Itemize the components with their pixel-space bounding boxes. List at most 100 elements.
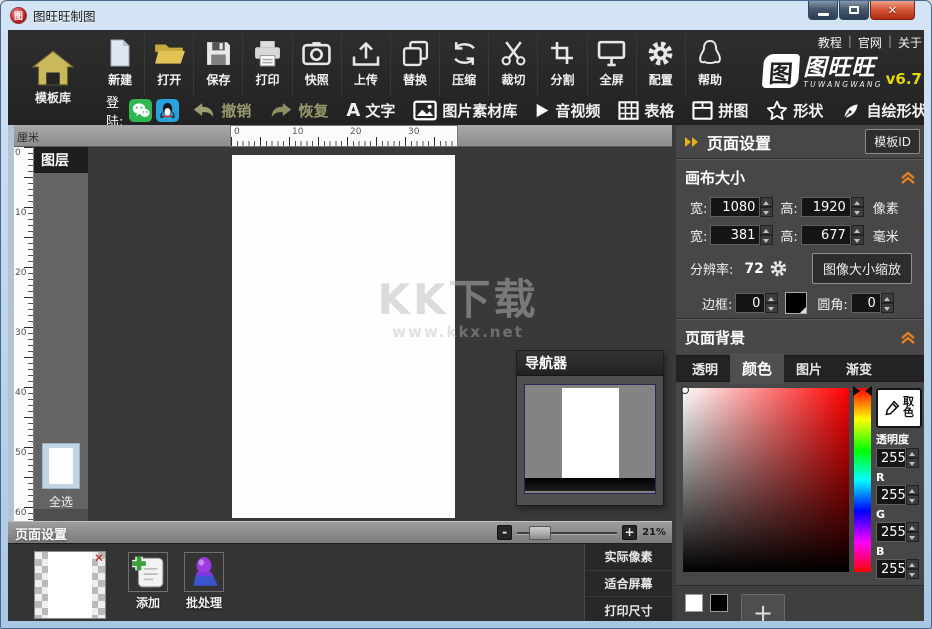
- table-icon: [618, 101, 639, 120]
- maximize-button[interactable]: [839, 1, 869, 20]
- g-control: 255: [876, 522, 919, 542]
- redo-icon: [269, 102, 293, 119]
- r-input[interactable]: 255: [876, 485, 906, 505]
- app-logo-icon: 图: [10, 7, 27, 24]
- layers-panel: 图层 全选: [34, 147, 88, 521]
- background-title: 页面背景: [685, 327, 745, 348]
- delete-page-icon[interactable]: ✕: [94, 551, 104, 565]
- r-stepper[interactable]: [906, 485, 919, 505]
- zoom-out-button[interactable]: -: [497, 525, 512, 540]
- link-about[interactable]: 关于: [898, 34, 922, 51]
- pick-color-button[interactable]: 取色: [876, 388, 922, 428]
- width-mm-stepper[interactable]: [760, 225, 773, 245]
- split-button[interactable]: 分割: [537, 33, 586, 95]
- text-tool-button[interactable]: A 文字: [337, 100, 404, 121]
- image-library-button[interactable]: 图片素材库: [404, 100, 526, 121]
- height-mm-input[interactable]: 677: [801, 225, 851, 245]
- background-section-header: 页面背景: [676, 320, 924, 353]
- minimize-button[interactable]: [808, 1, 838, 20]
- tab-gradient[interactable]: 渐变: [834, 354, 884, 383]
- print-size-button[interactable]: 打印尺寸: [585, 596, 672, 621]
- login-label: 登陆:: [106, 92, 123, 130]
- tab-transparent[interactable]: 透明: [680, 354, 730, 383]
- g-input[interactable]: 255: [876, 522, 906, 542]
- zoom-slider-handle[interactable]: [529, 526, 551, 540]
- compress-button[interactable]: 压缩: [439, 33, 488, 95]
- collapse-background-icon[interactable]: [898, 331, 918, 345]
- qq-login-icon[interactable]: [156, 99, 179, 122]
- add-swatch-button[interactable]: +: [741, 594, 785, 621]
- save-button[interactable]: 保存: [193, 33, 242, 95]
- corner-input[interactable]: 0: [851, 293, 881, 313]
- audio-video-button[interactable]: 音视频: [526, 100, 609, 121]
- b-stepper[interactable]: [906, 559, 919, 579]
- navigator-title: 导航器: [517, 351, 663, 376]
- wechat-login-icon[interactable]: [129, 99, 152, 122]
- redo-button[interactable]: 恢复: [260, 100, 337, 121]
- open-folder-icon: [153, 33, 185, 73]
- canvas-size-title: 画布大小: [685, 167, 745, 188]
- tab-color[interactable]: 颜色: [730, 353, 784, 384]
- opacity-input[interactable]: 255: [876, 448, 906, 468]
- resolution-gear-icon[interactable]: [769, 259, 788, 278]
- add-page-button[interactable]: 添加: [122, 552, 174, 611]
- black-swatch[interactable]: [710, 594, 728, 612]
- link-tutorial[interactable]: 教程: [818, 34, 842, 51]
- corner-stepper[interactable]: [881, 293, 894, 313]
- select-all-button[interactable]: 全选: [34, 493, 88, 510]
- config-button[interactable]: 配置: [636, 33, 685, 95]
- eyedropper-icon: [883, 400, 900, 417]
- tab-image[interactable]: 图片: [784, 354, 834, 383]
- crop-button[interactable]: 裁切: [488, 33, 537, 95]
- canvas[interactable]: [232, 155, 455, 518]
- image-scale-button[interactable]: 图像大小缩放: [812, 253, 912, 284]
- close-button[interactable]: ✕: [870, 1, 915, 20]
- link-website[interactable]: 官网: [858, 34, 882, 51]
- template-id-button[interactable]: 模板ID: [865, 129, 920, 154]
- height-mm-stepper[interactable]: [851, 225, 864, 245]
- height-px-input[interactable]: 1920: [801, 197, 851, 217]
- fullscreen-button[interactable]: 全屏: [587, 33, 636, 95]
- b-input[interactable]: 255: [876, 559, 906, 579]
- layer-thumbnail-preview: [49, 448, 73, 484]
- freeform-shape-button[interactable]: 自绘形状: [832, 100, 924, 121]
- border-color-swatch[interactable]: [785, 292, 807, 314]
- double-arrow-icon[interactable]: [684, 136, 700, 148]
- page-thumbnail[interactable]: ✕: [34, 551, 106, 619]
- layer-thumbnail[interactable]: [42, 443, 80, 489]
- open-button[interactable]: 打开: [144, 33, 193, 95]
- audio-video-label: 音视频: [555, 100, 600, 121]
- collage-button[interactable]: 拼图: [683, 100, 757, 121]
- width-px-input[interactable]: 1080: [710, 197, 760, 217]
- undo-button[interactable]: 撤销: [183, 100, 260, 121]
- replace-button[interactable]: 替换: [390, 33, 439, 95]
- opacity-stepper[interactable]: [906, 448, 919, 468]
- template-library-button[interactable]: 模板库: [10, 34, 96, 120]
- zoom-in-button[interactable]: +: [622, 525, 637, 540]
- batch-process-button[interactable]: 批处理: [178, 552, 230, 611]
- shape-button[interactable]: 形状: [757, 100, 832, 121]
- logo-name: 图旺旺: [803, 57, 882, 80]
- fit-screen-button[interactable]: 适合屏幕: [585, 570, 672, 597]
- navigator-preview[interactable]: [524, 384, 656, 494]
- collapse-canvas-size-icon[interactable]: [898, 171, 918, 185]
- white-swatch[interactable]: [685, 594, 703, 612]
- print-button[interactable]: 打印: [242, 33, 291, 95]
- height-px-stepper[interactable]: [851, 197, 864, 217]
- table-tool-button[interactable]: 表格: [609, 100, 683, 121]
- upload-button[interactable]: 上传: [341, 33, 390, 95]
- border-stepper[interactable]: [765, 293, 778, 313]
- logo-latin: TUWANGWANG: [803, 81, 882, 89]
- actual-pixels-button[interactable]: 实际像素: [585, 544, 672, 570]
- maximize-icon: [849, 6, 859, 14]
- width-mm-input[interactable]: 381: [710, 225, 760, 245]
- snapshot-button[interactable]: 快照: [292, 33, 341, 95]
- width-px-stepper[interactable]: [760, 197, 773, 217]
- help-button[interactable]: 帮助: [685, 33, 734, 95]
- g-stepper[interactable]: [906, 522, 919, 542]
- hue-slider[interactable]: [854, 388, 871, 572]
- border-input[interactable]: 0: [735, 293, 765, 313]
- zoom-slider-track[interactable]: [517, 526, 617, 540]
- new-button[interactable]: 新建: [96, 33, 144, 95]
- saturation-value-area[interactable]: [683, 388, 849, 572]
